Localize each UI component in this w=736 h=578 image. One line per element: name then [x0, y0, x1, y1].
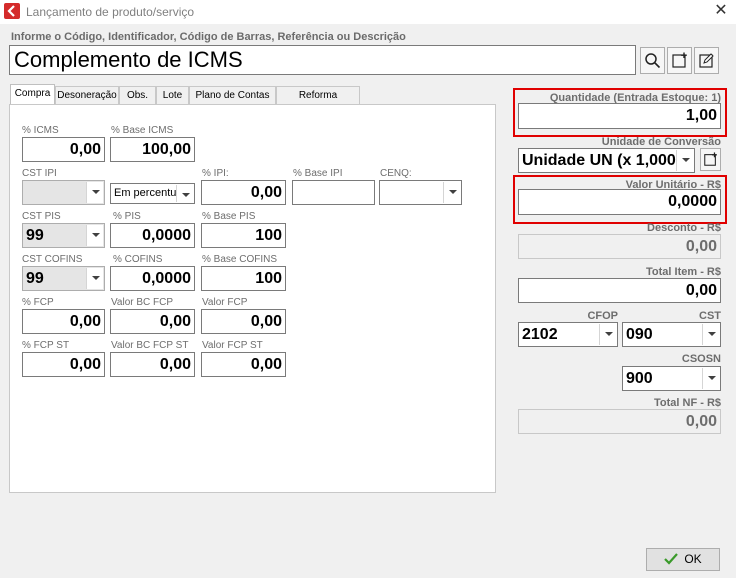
csosn-label: CSOSN	[681, 353, 721, 365]
quantidade-field[interactable]: 1,00	[518, 103, 721, 129]
ok-label: OK	[684, 552, 702, 566]
product-search-input[interactable]: Complemento de ICMS	[9, 45, 636, 75]
total-nf-label: Total NF - R$	[653, 397, 721, 409]
valor-fcp-field[interactable]: 0,00	[201, 309, 286, 334]
new-item-icon	[672, 52, 687, 68]
desconto-field: 0,00	[518, 234, 721, 259]
valor-unitario-field[interactable]: 0,0000	[518, 189, 721, 215]
icms-field[interactable]: 0,00	[22, 137, 105, 162]
valor-fcp-st-field[interactable]: 0,00	[201, 352, 286, 377]
cst-pis-value: 99	[26, 227, 44, 244]
edit-button[interactable]	[694, 47, 719, 74]
ipi-mode-value: Em percentual	[114, 187, 185, 199]
search-icon	[645, 53, 661, 69]
cst-cofins-select[interactable]: 99	[22, 266, 105, 291]
total-item-label: Total Item - R$	[646, 266, 721, 278]
close-icon[interactable]: ✕	[712, 2, 730, 20]
ipi-mode-select[interactable]: Em percentual	[110, 183, 195, 204]
unidade-label: Unidade de Conversão	[601, 136, 721, 148]
valor-fcp-label: Valor FCP	[202, 297, 248, 308]
tab-lote[interactable]: Lote	[156, 86, 189, 105]
csosn-select[interactable]: 900	[622, 366, 721, 391]
ipi-label: % IPI:	[202, 168, 229, 179]
cst-ipi-select[interactable]	[22, 180, 105, 205]
chevron-down-icon[interactable]	[702, 368, 719, 389]
unidade-value: Unidade UN (x 1,000)	[522, 152, 682, 169]
search-label: Informe o Código, Identificador, Código …	[11, 31, 406, 43]
unidade-select[interactable]: Unidade UN (x 1,000)	[518, 148, 695, 173]
total-nf-field: 0,00	[518, 409, 721, 434]
cst-cofins-label: CST COFINS	[22, 254, 83, 265]
new-item-button[interactable]	[667, 47, 692, 74]
chevron-down-icon[interactable]	[86, 182, 103, 203]
window-title: Lançamento de produto/serviço	[26, 5, 195, 19]
chevron-down-icon[interactable]	[176, 185, 193, 202]
tab-compra[interactable]: Compra	[10, 84, 55, 105]
valor-fcp-st-label: Valor FCP ST	[202, 340, 263, 351]
add-unidade-button[interactable]	[700, 148, 721, 171]
tab-plano-de-contas[interactable]: Plano de Contas	[189, 86, 276, 105]
base-cofins-label: % Base COFINS	[202, 254, 278, 265]
compra-panel: % ICMS 0,00 % Base ICMS 100,00 CST IPI E…	[9, 104, 496, 493]
cenq-select[interactable]	[379, 180, 462, 205]
base-ipi-field[interactable]	[292, 180, 375, 205]
cst-value: 090	[626, 326, 653, 343]
ipi-field[interactable]: 0,00	[201, 180, 286, 205]
chevron-down-icon[interactable]	[599, 324, 616, 345]
tab-reforma-tributaria[interactable]: Reforma Tributária	[276, 86, 360, 118]
cofins-label: % COFINS	[113, 254, 163, 265]
ok-button[interactable]: OK	[646, 548, 720, 571]
cenq-label: CENQ:	[380, 168, 412, 179]
total-item-field[interactable]: 0,00	[518, 278, 721, 303]
new-item-icon	[704, 152, 717, 166]
fcp-st-field[interactable]: 0,00	[22, 352, 105, 377]
tab-obs[interactable]: Obs.	[119, 86, 156, 105]
cst-ipi-label: CST IPI	[22, 168, 57, 179]
bc-fcp-st-field[interactable]: 0,00	[110, 352, 195, 377]
base-pis-label: % Base PIS	[202, 211, 256, 222]
cfop-select[interactable]: 2102	[518, 322, 618, 347]
icms-label: % ICMS	[22, 125, 59, 136]
base-icms-label: % Base ICMS	[111, 125, 174, 136]
desconto-label: Desconto - R$	[647, 222, 721, 234]
cfop-value: 2102	[522, 326, 558, 343]
cst-pis-select[interactable]: 99	[22, 223, 105, 248]
base-cofins-field[interactable]: 100	[201, 266, 286, 291]
cst-select[interactable]: 090	[622, 322, 721, 347]
fcp-label: % FCP	[22, 297, 54, 308]
app-logo-icon	[4, 3, 20, 19]
pis-field[interactable]: 0,0000	[110, 223, 195, 248]
pis-label: % PIS	[113, 211, 141, 222]
chevron-down-icon[interactable]	[702, 324, 719, 345]
title-bar: Lançamento de produto/serviço ✕	[0, 0, 736, 24]
cst-pis-label: CST PIS	[22, 211, 61, 222]
cst-cofins-value: 99	[26, 270, 44, 287]
search-button[interactable]	[640, 47, 665, 74]
base-pis-field[interactable]: 100	[201, 223, 286, 248]
fcp-field[interactable]: 0,00	[22, 309, 105, 334]
cofins-field[interactable]: 0,0000	[110, 266, 195, 291]
base-icms-field[interactable]: 100,00	[110, 137, 195, 162]
bc-fcp-label: Valor BC FCP	[111, 297, 174, 308]
edit-icon	[699, 53, 714, 68]
bc-fcp-field[interactable]: 0,00	[110, 309, 195, 334]
chevron-down-icon[interactable]	[86, 268, 103, 289]
base-ipi-label: % Base IPI	[293, 168, 343, 179]
cfop-label: CFOP	[587, 310, 618, 322]
csosn-value: 900	[626, 370, 653, 387]
cst-label: CST	[699, 310, 721, 322]
chevron-down-icon[interactable]	[86, 225, 103, 246]
tab-desoneracao[interactable]: Desoneração	[55, 86, 119, 105]
fcp-st-label: % FCP ST	[22, 340, 70, 351]
checkmark-icon	[664, 553, 679, 565]
chevron-down-icon[interactable]	[443, 182, 460, 203]
bc-fcp-st-label: Valor BC FCP ST	[111, 340, 189, 351]
chevron-down-icon[interactable]	[676, 150, 693, 171]
